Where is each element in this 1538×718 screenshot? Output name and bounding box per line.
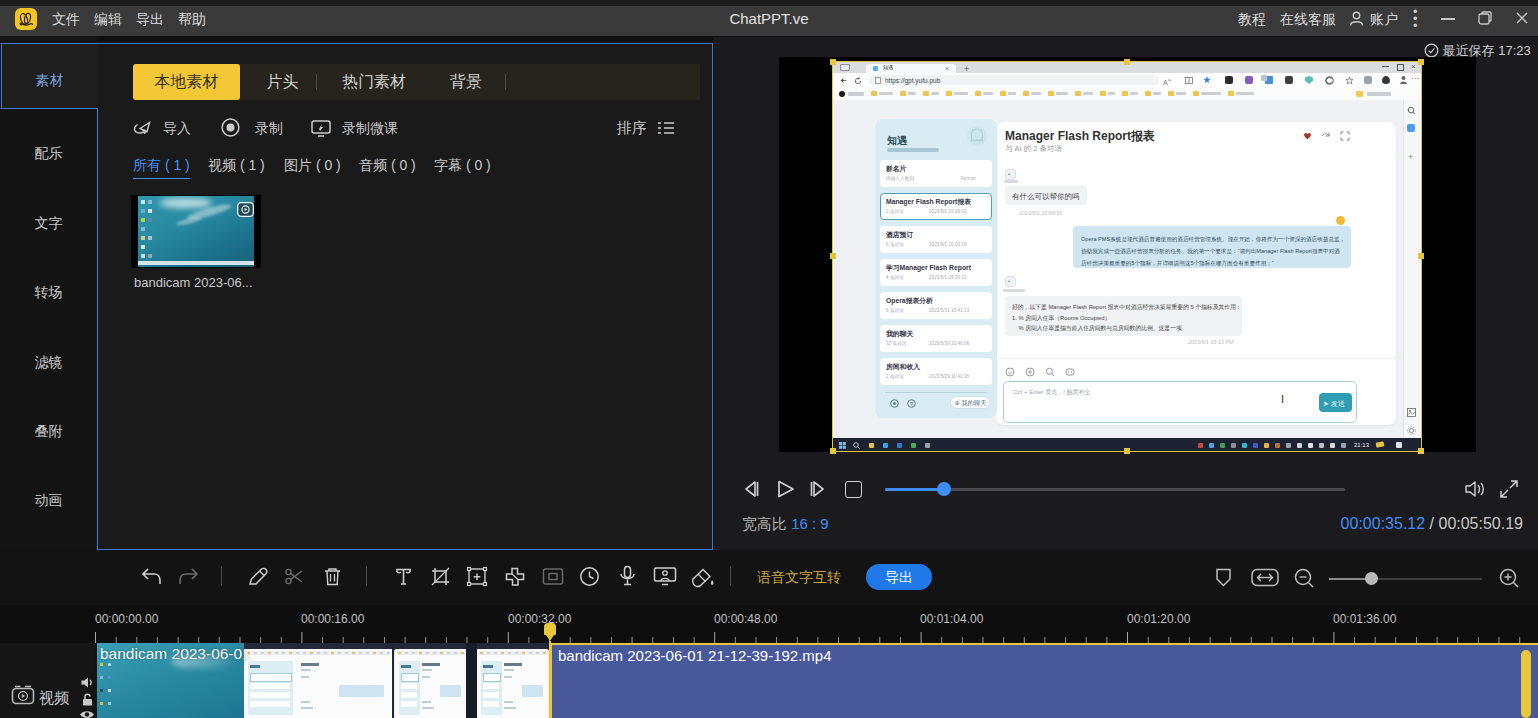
- svg-text:?: ?: [910, 401, 914, 407]
